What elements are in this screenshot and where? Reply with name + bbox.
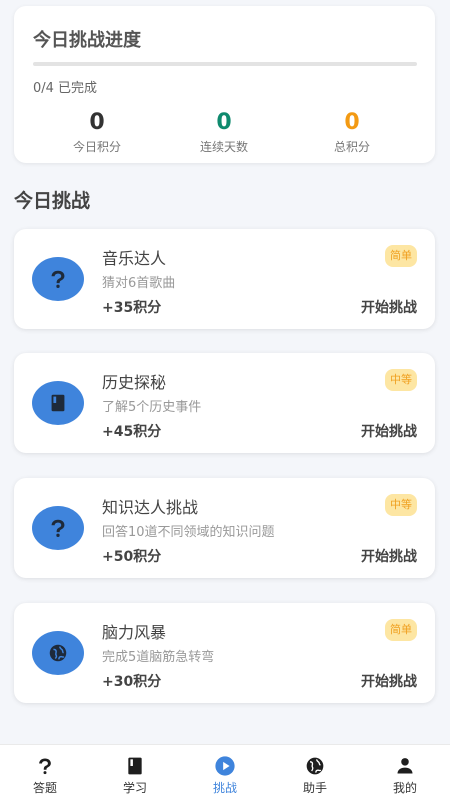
- challenge-desc: 回答10道不同领域的知识问题: [102, 525, 275, 540]
- person-icon: [394, 755, 416, 777]
- bottom-tab-bar: 答题 学习 挑战 助手 我的: [0, 744, 450, 800]
- difficulty-badge: 中等: [385, 369, 417, 391]
- challenge-title: 知识达人挑战: [102, 498, 199, 517]
- tab-label: 挑战: [212, 781, 237, 795]
- stat-total-points: 0 总积分: [297, 110, 407, 155]
- challenge-title: 历史探秘: [102, 373, 167, 392]
- question-icon: [32, 257, 84, 301]
- start-challenge-button[interactable]: 开始挑战: [361, 546, 417, 566]
- challenge-points: +35积分: [102, 300, 162, 316]
- stat-value: 0: [344, 110, 360, 135]
- progress-status: 0/4 已完成: [33, 81, 98, 96]
- difficulty-badge: 中等: [385, 494, 417, 516]
- challenge-points: +30积分: [102, 674, 162, 690]
- question-icon: [32, 506, 84, 550]
- stat-label: 连续天数: [199, 140, 248, 154]
- stat-streak-days: 0 连续天数: [169, 110, 279, 155]
- book-icon: [32, 381, 84, 425]
- challenge-card-knowledge[interactable]: 知识达人挑战 回答10道不同领域的知识问题 +50积分 开始挑战 中等: [14, 478, 435, 578]
- tab-label: 答题: [32, 781, 57, 795]
- challenge-title: 脑力风暴: [102, 623, 167, 642]
- stat-label: 总积分: [333, 140, 370, 154]
- challenge-title: 音乐达人: [102, 249, 167, 268]
- challenge-desc: 了解5个历史事件: [102, 400, 202, 415]
- progress-bar: [33, 62, 417, 66]
- challenge-desc: 完成5道脑筋急转弯: [102, 650, 215, 665]
- tab-answer[interactable]: 答题: [0, 745, 90, 800]
- play-icon: [214, 755, 236, 777]
- tab-challenge[interactable]: 挑战: [180, 745, 270, 800]
- difficulty-badge: 简单: [385, 245, 417, 267]
- book-icon: [124, 755, 146, 777]
- tab-label: 我的: [392, 781, 417, 795]
- challenge-card-music[interactable]: 音乐达人 猜对6首歌曲 +35积分 开始挑战 简单: [14, 229, 435, 329]
- challenge-points: +50积分: [102, 549, 162, 565]
- stat-today-points: 0 今日积分: [42, 110, 152, 155]
- stat-label: 今日积分: [72, 140, 121, 154]
- challenge-points: +45积分: [102, 424, 162, 440]
- progress-card: 今日挑战进度 0/4 已完成 0 今日积分 0 连续天数 0 总积分: [14, 6, 435, 163]
- question-icon: [34, 755, 56, 777]
- difficulty-badge: 简单: [385, 619, 417, 641]
- start-challenge-button[interactable]: 开始挑战: [361, 671, 417, 691]
- stat-value: 0: [89, 110, 105, 135]
- challenge-card-brainstorm[interactable]: 脑力风暴 完成5道脑筋急转弯 +30积分 开始挑战 简单: [14, 603, 435, 703]
- tab-label: 学习: [122, 781, 147, 795]
- section-title: 今日挑战: [14, 190, 91, 212]
- start-challenge-button[interactable]: 开始挑战: [361, 297, 417, 317]
- globe-icon: [304, 755, 326, 777]
- globe-icon: [32, 631, 84, 675]
- challenge-desc: 猜对6首歌曲: [102, 276, 176, 291]
- challenge-card-history[interactable]: 历史探秘 了解5个历史事件 +45积分 开始挑战 中等: [14, 353, 435, 453]
- tab-study[interactable]: 学习: [90, 745, 180, 800]
- stat-value: 0: [216, 110, 232, 135]
- tab-label: 助手: [302, 781, 327, 795]
- start-challenge-button[interactable]: 开始挑战: [361, 421, 417, 441]
- tab-profile[interactable]: 我的: [360, 745, 450, 800]
- progress-title: 今日挑战进度: [33, 30, 141, 51]
- tab-assistant[interactable]: 助手: [270, 745, 360, 800]
